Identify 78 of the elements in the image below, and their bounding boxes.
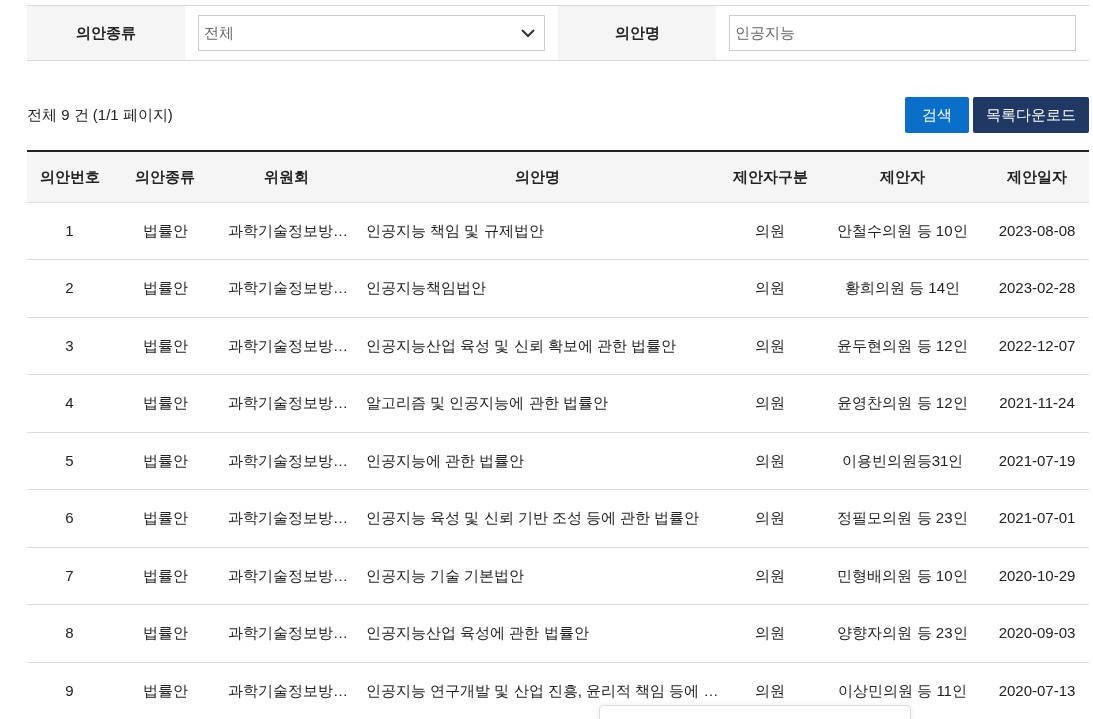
search-button[interactable]: 검색	[905, 97, 969, 133]
bill-title-link[interactable]: 인공지능에 관한 법률안	[355, 432, 720, 490]
table-cell: 안철수의원 등 10인	[820, 202, 985, 260]
bill-title-link[interactable]: 인공지능책임법안	[355, 259, 720, 317]
column-header: 위원회	[218, 151, 355, 202]
table-cell: 의원	[720, 374, 820, 432]
column-header: 제안일자	[985, 151, 1089, 202]
table-cell: 8	[27, 604, 112, 662]
table-cell: 법률안	[112, 662, 218, 719]
table-cell: 과학기술정보방…	[218, 374, 355, 432]
table-cell: 법률안	[112, 259, 218, 317]
table-cell: 과학기술정보방…	[218, 259, 355, 317]
table-cell: 의원	[720, 202, 820, 260]
bill-title-link[interactable]: 인공지능산업 육성 및 신뢰 확보에 관한 법률안	[355, 317, 720, 375]
bill-title-link[interactable]: 인공지능 기술 기본법안	[355, 547, 720, 605]
table-cell: 의원	[720, 259, 820, 317]
table-cell: 3	[27, 317, 112, 375]
table-cell: 과학기술정보방…	[218, 547, 355, 605]
column-header: 의안명	[355, 151, 720, 202]
table-cell: 윤두현의원 등 12인	[820, 317, 985, 375]
table-cell: 법률안	[112, 317, 218, 375]
table-cell: 법률안	[112, 604, 218, 662]
table-cell: 과학기술정보방…	[218, 432, 355, 490]
bill-name-input[interactable]: 인공지능	[729, 15, 1076, 51]
table-cell: 과학기술정보방…	[218, 604, 355, 662]
column-header: 제안자	[820, 151, 985, 202]
table-cell: 법률안	[112, 374, 218, 432]
table-cell: 2020-07-13	[985, 662, 1089, 719]
table-cell: 의원	[720, 662, 820, 719]
table-cell: 2022-12-07	[985, 317, 1089, 375]
field-label: 의안명	[614, 22, 660, 43]
table-cell: 이용빈의원등31인	[820, 432, 985, 490]
bill-title-link[interactable]: 인공지능 책임 및 규제법안	[355, 202, 720, 260]
table-cell: 2020-10-29	[985, 547, 1089, 605]
column-header: 제안자구분	[720, 151, 820, 202]
table-cell: 2023-08-08	[985, 202, 1089, 260]
table-cell: 이상민의원 등 11인	[820, 662, 985, 719]
table-cell: 2021-11-24	[985, 374, 1089, 432]
table-cell: 2023-02-28	[985, 259, 1089, 317]
column-header: 의안종류	[112, 151, 218, 202]
table-cell: 2021-07-01	[985, 489, 1089, 547]
table-cell: 9	[27, 662, 112, 719]
table-cell: 법률안	[112, 432, 218, 490]
table-cell: 의원	[720, 432, 820, 490]
table-cell: 2021-07-19	[985, 432, 1089, 490]
table-cell: 2020-09-03	[985, 604, 1089, 662]
table-cell: 과학기술정보방…	[218, 317, 355, 375]
table-cell: 법률안	[112, 547, 218, 605]
table-cell: 양향자의원 등 23인	[820, 604, 985, 662]
table-cell: 5	[27, 432, 112, 490]
table-cell: 법률안	[112, 202, 218, 260]
table-cell: 2	[27, 259, 112, 317]
table-cell: 과학기술정보방…	[218, 202, 355, 260]
chevron-down-icon	[521, 28, 535, 38]
table-cell: 황희의원 등 14인	[820, 259, 985, 317]
table-cell: 민형배의원 등 10인	[820, 547, 985, 605]
table-cell: 윤영찬의원 등 12인	[820, 374, 985, 432]
table-cell: 4	[27, 374, 112, 432]
table-cell: 과학기술정보방…	[218, 662, 355, 719]
table-cell: 의원	[720, 604, 820, 662]
field-label: 의안종류	[76, 22, 136, 43]
column-header: 의안번호	[27, 151, 112, 202]
bill-title-link[interactable]: 인공지능 연구개발 및 산업 진흥, 윤리적 책임 등에 …	[355, 662, 720, 719]
result-count: 전체 9 건 (1/1 페이지)	[27, 104, 173, 125]
table-cell: 7	[27, 547, 112, 605]
table-cell: 6	[27, 489, 112, 547]
table-cell: 법률안	[112, 489, 218, 547]
table-cell: 과학기술정보방…	[218, 489, 355, 547]
table-cell: 의원	[720, 489, 820, 547]
bill-title-link[interactable]: 인공지능 육성 및 신뢰 기반 조성 등에 관한 법률안	[355, 489, 720, 547]
table-cell: 의원	[720, 317, 820, 375]
table-cell: 정필모의원 등 23인	[820, 489, 985, 547]
bill-type-select[interactable]: 전체	[198, 15, 545, 51]
bill-title-link[interactable]: 인공지능산업 육성에 관한 법률안	[355, 604, 720, 662]
download-button[interactable]: 목록다운로드	[973, 97, 1089, 133]
bill-title-link[interactable]: 알고리즘 및 인공지능에 관한 법률안	[355, 374, 720, 432]
table-cell: 의원	[720, 547, 820, 605]
table-cell: 1	[27, 202, 112, 260]
